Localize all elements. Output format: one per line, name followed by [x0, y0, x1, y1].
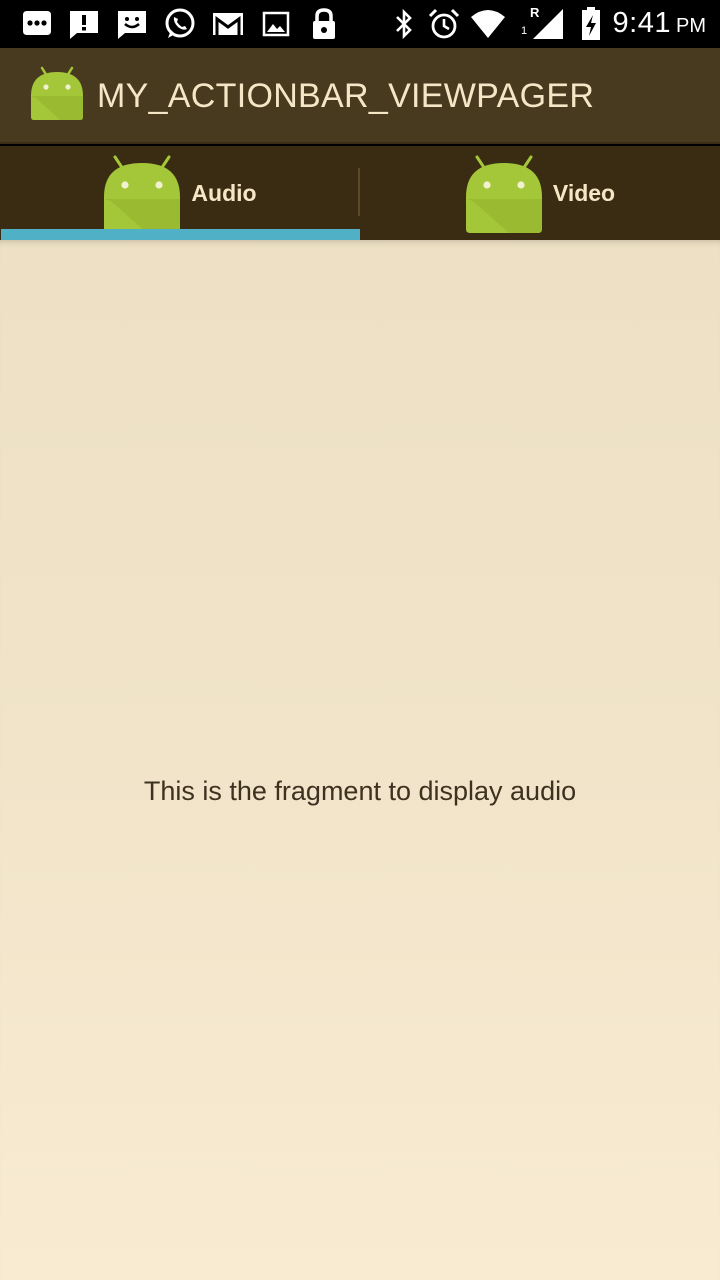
android-robot-icon [465, 155, 543, 235]
signal-roaming-label: R [530, 5, 540, 20]
feedback-icon [114, 6, 150, 42]
action-bar: MY_ACTIONBAR_VIEWPAGER [0, 48, 720, 144]
bluetooth-icon [390, 6, 418, 42]
chat-bubble-icon [18, 6, 56, 42]
tab-video[interactable]: Video [360, 146, 720, 240]
lock-icon [308, 6, 340, 42]
action-bar-title: MY_ACTIONBAR_VIEWPAGER [97, 77, 595, 115]
tab-video-label: Video [552, 179, 616, 206]
fragment-content: This is the fragment to display audio [0, 240, 720, 1280]
wifi-icon [468, 6, 508, 42]
gallery-icon [260, 6, 292, 42]
status-bar: R 1 9:41 PM [0, 0, 720, 48]
battery-charging-icon [578, 6, 604, 42]
fragment-message: This is the fragment to display audio [143, 776, 577, 806]
tab-bar: Audio Video [0, 146, 720, 240]
clock-time: 9:41 [612, 7, 671, 39]
clock-ampm: PM [676, 15, 706, 37]
app-launcher-icon[interactable] [30, 66, 84, 122]
gmail-icon [210, 6, 246, 42]
signal-sim-label: 1 [521, 25, 528, 37]
tab-audio[interactable]: Audio [0, 146, 360, 240]
signal-icon: R 1 [516, 5, 566, 42]
status-clock: 9:41 PM [613, 7, 706, 41]
alarm-icon [426, 6, 462, 42]
whatsapp-icon [162, 6, 198, 42]
tab-selected-indicator [1, 229, 360, 240]
android-robot-icon [103, 155, 181, 235]
alert-message-icon [66, 6, 102, 42]
tab-audio-label: Audio [191, 179, 257, 206]
